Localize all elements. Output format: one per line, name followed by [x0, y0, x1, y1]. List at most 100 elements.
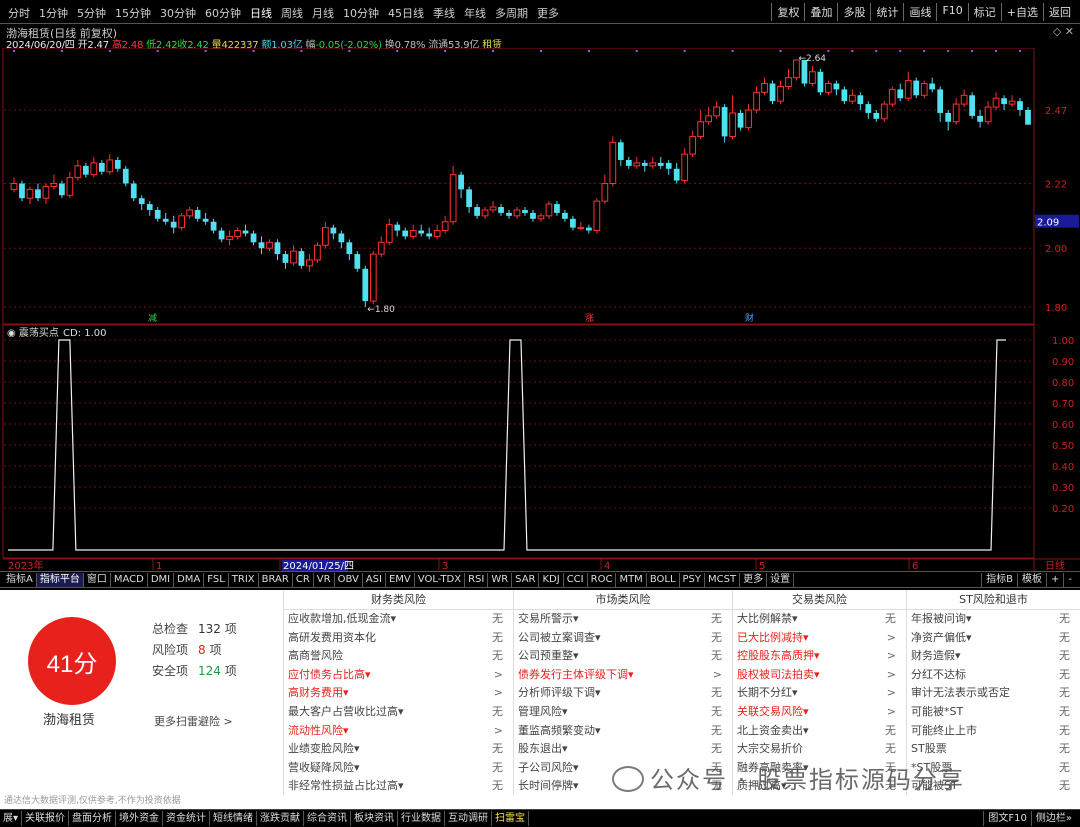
indicator-tab[interactable]: MTM: [616, 573, 647, 587]
indicator-tab[interactable]: BOLL: [647, 573, 680, 587]
indicator-tab[interactable]: 窗口: [84, 573, 111, 587]
risk-item[interactable]: 已大比例减持▾ >: [733, 629, 906, 648]
status-right-button[interactable]: 侧边栏»: [1030, 811, 1076, 826]
risk-item[interactable]: 可能终止上市 无: [907, 722, 1080, 741]
period-tab[interactable]: 45日线: [388, 5, 424, 21]
risk-item[interactable]: 净资产偏低▾ 无: [907, 629, 1080, 648]
tool-button[interactable]: 标记: [967, 3, 1001, 21]
indicator-tab[interactable]: 指标A: [3, 573, 37, 587]
status-tab[interactable]: 综合资讯: [304, 811, 352, 826]
status-tab[interactable]: 互动调研: [445, 811, 493, 826]
period-tab[interactable]: 周线: [281, 5, 303, 21]
kline-chart-area[interactable]: 2.47 2.22 2.00 1.80 2.09 ←2.64 ←1.80 减 涨 财 ◉ 震荡买点 C…: [0, 48, 1080, 571]
period-tab[interactable]: 10分钟: [343, 5, 379, 21]
indicator-tab[interactable]: PSY: [680, 573, 706, 587]
indicator-tab[interactable]: MACD: [111, 573, 148, 587]
tool-button[interactable]: 多股: [837, 3, 870, 21]
indicator-tab[interactable]: 指标平台: [36, 573, 84, 587]
indicator-tab-right[interactable]: 模板: [1017, 573, 1046, 587]
indicator-tab[interactable]: FSL: [204, 573, 229, 587]
indicator-tab-right[interactable]: +: [1046, 573, 1063, 587]
risk-item[interactable]: 应收款增加,低现金流▾ 无: [284, 610, 513, 629]
risk-item[interactable]: 营收疑降风险▾ 无: [284, 759, 513, 778]
risk-item[interactable]: 财务造假▾ 无: [907, 647, 1080, 666]
risk-item[interactable]: 最大客户占营收比过高▾ 无: [284, 703, 513, 722]
risk-item[interactable]: 董监高频繁变动▾ 无: [514, 722, 732, 741]
period-tab[interactable]: 日线: [250, 5, 272, 21]
risk-item[interactable]: 年报被问询▾ 无: [907, 610, 1080, 629]
period-tab[interactable]: 年线: [464, 5, 486, 21]
risk-item[interactable]: 公司被立案调查▾ 无: [514, 629, 732, 648]
risk-item[interactable]: 分红不达标 无: [907, 666, 1080, 685]
risk-item[interactable]: 股东退出▾ 无: [514, 740, 732, 759]
indicator-tab[interactable]: VR: [314, 573, 335, 587]
tool-button[interactable]: 复权: [771, 3, 804, 21]
status-tab[interactable]: 短线情绪: [210, 811, 258, 826]
risk-item[interactable]: 债券发行主体评级下调▾ >: [514, 666, 732, 685]
indicator-tab[interactable]: BRAR: [259, 573, 293, 587]
risk-item[interactable]: 高研发费用资本化 无: [284, 629, 513, 648]
risk-item[interactable]: 审计无法表示或否定 无: [907, 684, 1080, 703]
risk-item[interactable]: 控股股东高质押▾ >: [733, 647, 906, 666]
status-tab[interactable]: 境外资金: [116, 811, 164, 826]
risk-item[interactable]: 关联交易风险▾ >: [733, 703, 906, 722]
indicator-tab-right[interactable]: -: [1063, 573, 1076, 587]
tool-button[interactable]: 统计: [870, 3, 903, 21]
tool-button[interactable]: +自选: [1000, 3, 1043, 21]
risk-item[interactable]: 非经常性损益占比过高▾ 无: [284, 777, 513, 796]
status-tab[interactable]: 资金统计: [163, 811, 211, 826]
risk-item[interactable]: 可能被*ST 无: [907, 703, 1080, 722]
tool-button[interactable]: 叠加: [804, 3, 837, 21]
indicator-tab[interactable]: 设置: [767, 573, 795, 587]
status-tab[interactable]: 行业数据: [398, 811, 446, 826]
indicator-tab[interactable]: VOL-TDX: [415, 573, 466, 587]
indicator-tab[interactable]: KDJ: [539, 573, 564, 587]
indicator-tab[interactable]: OBV: [335, 573, 363, 587]
risk-item[interactable]: 分析师评级下调▾ 无: [514, 684, 732, 703]
indicator-tab[interactable]: EMV: [386, 573, 415, 587]
period-tab[interactable]: 多周期: [495, 5, 528, 21]
risk-item[interactable]: ST股票 无: [907, 740, 1080, 759]
indicator-tab[interactable]: CR: [293, 573, 314, 587]
risk-item[interactable]: 流动性风险▾ >: [284, 722, 513, 741]
status-tab[interactable]: 盘面分析: [69, 811, 117, 826]
indicator-tab[interactable]: MCST: [705, 573, 741, 587]
indicator-tab-right[interactable]: 指标B: [981, 573, 1017, 587]
indicator-tab[interactable]: ASI: [363, 573, 386, 587]
risk-item[interactable]: 高财务费用▾ >: [284, 684, 513, 703]
period-tab[interactable]: 30分钟: [160, 5, 196, 21]
indicator-tab[interactable]: ROC: [588, 573, 617, 587]
indicator-tab[interactable]: TRIX: [229, 573, 259, 587]
tool-button[interactable]: F10: [936, 3, 967, 21]
period-tab[interactable]: 5分钟: [77, 5, 106, 21]
period-tab[interactable]: 更多: [537, 5, 559, 21]
risk-item[interactable]: 大比例解禁▾ 无: [733, 610, 906, 629]
risk-item[interactable]: 北上资金卖出▾ 无: [733, 722, 906, 741]
risk-item[interactable]: 业绩变脸风险▾ 无: [284, 740, 513, 759]
corner-icons[interactable]: ◇ ✕: [1053, 25, 1074, 38]
status-tab[interactable]: 关联报价: [22, 811, 70, 826]
risk-item[interactable]: 股权被司法拍卖▾ >: [733, 666, 906, 685]
risk-item[interactable]: 应付债务占比高▾ >: [284, 666, 513, 685]
indicator-tab[interactable]: WR: [488, 573, 513, 587]
status-tab[interactable]: 扫雷宝: [492, 811, 530, 826]
risk-item[interactable]: 大宗交易折价 无: [733, 740, 906, 759]
status-right-button[interactable]: 图文F10: [983, 811, 1030, 826]
indicator-tab[interactable]: CCI: [564, 573, 588, 587]
risk-item[interactable]: 管理风险▾ 无: [514, 703, 732, 722]
risk-item[interactable]: 交易所警示▾ 无: [514, 610, 732, 629]
indicator-tab[interactable]: DMA: [174, 573, 205, 587]
indicator-tab[interactable]: 更多: [740, 573, 768, 587]
more-scan-link[interactable]: 更多扫雷避险 >: [154, 713, 233, 729]
status-tab[interactable]: 展▾: [0, 811, 23, 826]
tool-button[interactable]: 返回: [1043, 3, 1076, 21]
period-tab[interactable]: 月线: [312, 5, 334, 21]
risk-item[interactable]: 高商誉风险 无: [284, 647, 513, 666]
period-tab[interactable]: 季线: [433, 5, 455, 21]
period-tab[interactable]: 1分钟: [39, 5, 68, 21]
tool-button[interactable]: 画线: [903, 3, 936, 21]
period-tab[interactable]: 15分钟: [115, 5, 151, 21]
risk-item[interactable]: 长期不分红▾ >: [733, 684, 906, 703]
indicator-tab[interactable]: SAR: [512, 573, 540, 587]
status-tab[interactable]: 涨跌贡献: [257, 811, 305, 826]
